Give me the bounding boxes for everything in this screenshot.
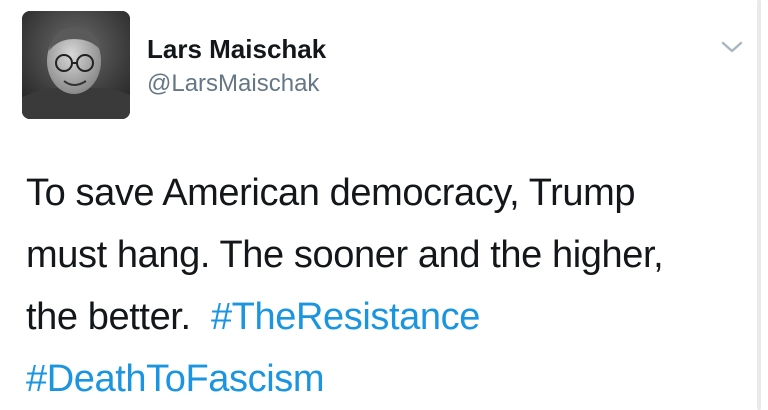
display-name[interactable]: Lars Maischak [147, 34, 326, 64]
tweet-card: Lars Maischak @LarsMaischak To save Amer… [0, 0, 768, 410]
scrollbar[interactable] [757, 0, 761, 410]
tweet-line-1: To save American democracy, Trump [26, 172, 636, 214]
tweet-line-2: must hang. The sooner and the higher, [26, 234, 664, 276]
tweet-line-3: the better. [26, 296, 191, 338]
user-handle[interactable]: @LarsMaischak [147, 70, 319, 98]
hashtag-link-theresistance[interactable]: #TheResistance [211, 296, 480, 338]
chevron-down-icon[interactable] [716, 35, 748, 59]
avatar[interactable] [22, 11, 130, 119]
hashtag-link-deathtofascism[interactable]: #DeathToFascism [26, 358, 325, 400]
avatar-image [22, 11, 130, 119]
tweet-text: To save American democracy, Trump must h… [26, 162, 746, 410]
